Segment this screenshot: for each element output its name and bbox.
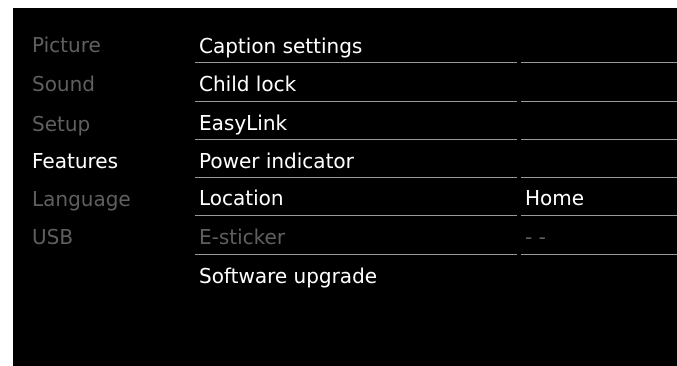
e-sticker-value: - - <box>525 225 546 249</box>
category-picture[interactable]: Picture <box>32 33 101 57</box>
category-sound[interactable]: Sound <box>32 72 95 96</box>
row-divider <box>195 139 517 140</box>
row-divider <box>195 177 517 178</box>
value-divider <box>521 177 677 178</box>
option-caption-settings[interactable]: Caption settings <box>199 34 362 58</box>
option-child-lock[interactable]: Child lock <box>199 72 296 96</box>
value-divider <box>521 254 677 255</box>
option-e-sticker: E-sticker <box>199 225 286 249</box>
value-divider <box>521 215 677 216</box>
option-software-upgrade[interactable]: Software upgrade <box>199 264 377 288</box>
row-divider <box>195 254 517 255</box>
category-setup[interactable]: Setup <box>32 112 90 136</box>
option-power-indicator[interactable]: Power indicator <box>199 149 354 173</box>
value-divider <box>521 62 677 63</box>
tv-menu-screen: Picture Sound Setup Features Language US… <box>13 8 677 366</box>
value-divider <box>521 139 677 140</box>
option-location[interactable]: Location <box>199 186 284 210</box>
value-divider <box>521 101 677 102</box>
row-divider <box>195 62 517 63</box>
location-value[interactable]: Home <box>525 186 584 210</box>
row-divider <box>195 215 517 216</box>
option-easylink[interactable]: EasyLink <box>199 111 287 135</box>
category-features[interactable]: Features <box>32 149 118 173</box>
category-language[interactable]: Language <box>32 187 131 211</box>
category-usb[interactable]: USB <box>32 225 73 249</box>
row-divider <box>195 101 517 102</box>
